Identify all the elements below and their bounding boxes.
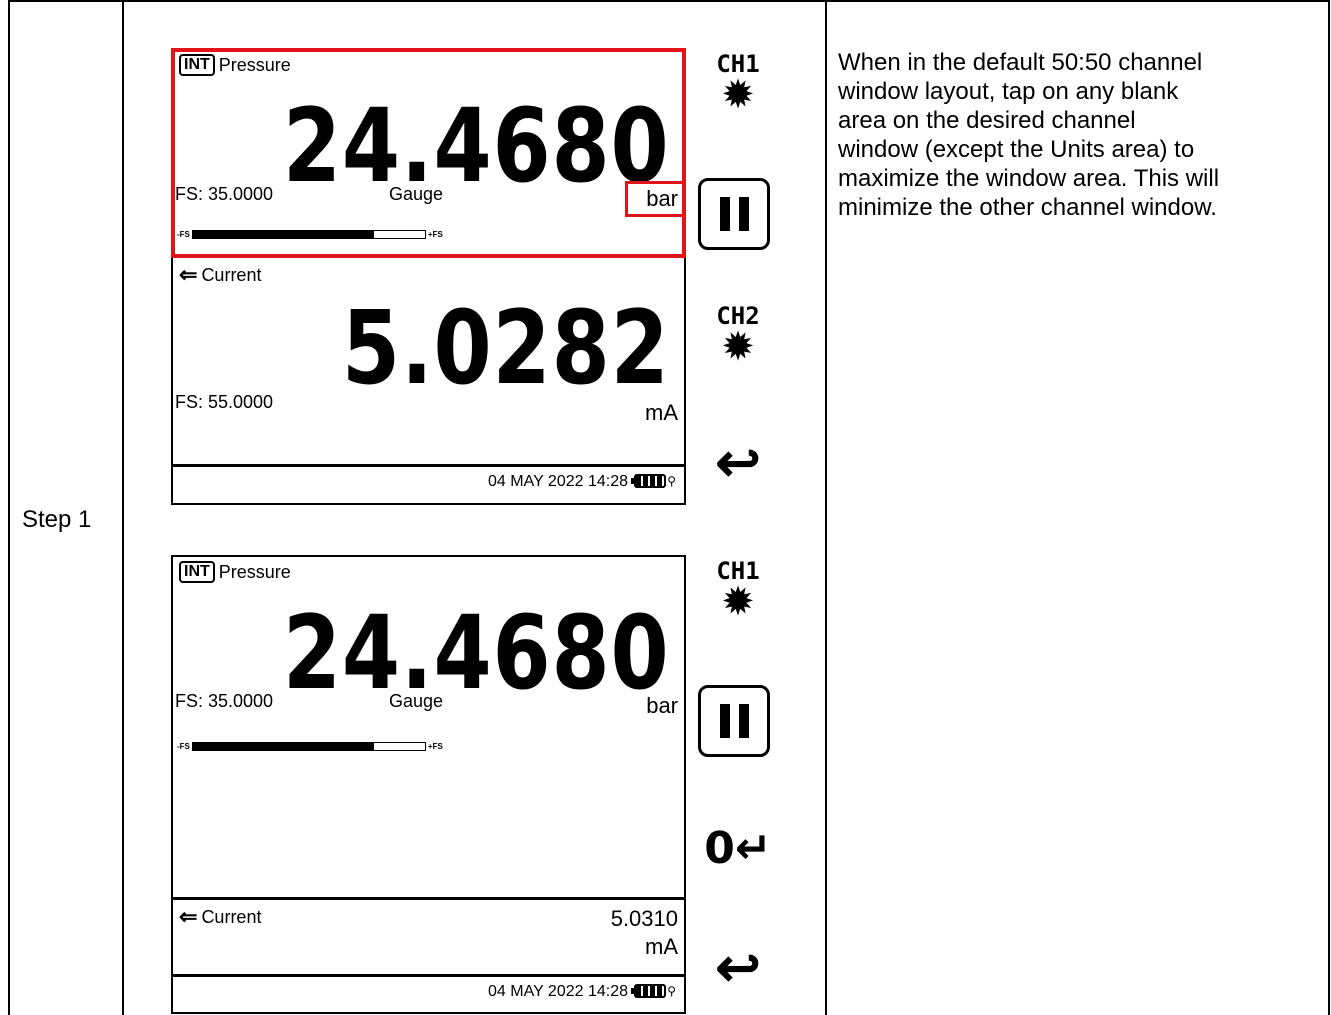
channel2-title: ⇐ Current xyxy=(179,904,261,930)
channel1-title: INT Pressure xyxy=(179,54,291,76)
pause-icon xyxy=(698,178,770,250)
channel1-reading: 24.4680 xyxy=(283,87,670,206)
bar-fill xyxy=(192,231,374,238)
zero-button[interactable]: 0↵ xyxy=(698,827,778,871)
bar-max-label: +FS xyxy=(427,230,443,239)
channel2-window-minimized[interactable]: ⇐ Current 5.0310 mA xyxy=(173,900,684,974)
channel2-reading: 5.0282 xyxy=(342,289,670,408)
status-bar: 04 MAY 2022 14:28 ⚲ xyxy=(173,980,684,1004)
channel1-settings-button[interactable]: CH1 ✹ xyxy=(698,52,778,117)
step-description: When in the default 50:50 channel window… xyxy=(838,49,1220,221)
pause-icon xyxy=(698,685,770,757)
channel2-window[interactable]: ⇐ Current 5.0282 FS: 55.0000 mA xyxy=(173,258,684,463)
bar-track xyxy=(191,742,426,751)
bar-min-label: -FS xyxy=(177,742,190,751)
status-divider xyxy=(173,464,684,467)
channel2-reading: 5.0310 xyxy=(610,906,678,931)
device-screen-split: INT Pressure 24.4680 FS: 35.0000 Gauge b… xyxy=(171,48,841,508)
int-badge: INT xyxy=(179,54,215,76)
channel1-mode: Gauge xyxy=(389,691,444,711)
units-area-highlight xyxy=(625,181,685,217)
back-arrow-icon: ↩ xyxy=(715,433,761,493)
channel1-fs: FS: 35.0000 xyxy=(175,184,274,204)
gear-icon: ✹ xyxy=(721,325,755,369)
column-divider xyxy=(122,0,124,1015)
channel1-unit[interactable]: bar xyxy=(646,693,678,719)
channel2-title-label: Current xyxy=(201,264,262,285)
input-arrow-icon: ⇐ xyxy=(179,262,198,287)
bar-min-label: -FS xyxy=(177,230,190,239)
channel1-title: INT Pressure xyxy=(179,561,291,583)
hold-button[interactable] xyxy=(698,685,778,757)
screen-frame: INT Pressure 24.4680 FS: 35.0000 Gauge b… xyxy=(171,48,686,505)
enter-arrow-icon: ↵ xyxy=(734,823,772,874)
back-button[interactable]: ↩ xyxy=(698,941,778,995)
hold-button[interactable] xyxy=(698,178,778,250)
bar-track xyxy=(191,230,426,239)
back-button[interactable]: ↩ xyxy=(698,436,778,490)
channel1-title-label: Pressure xyxy=(218,54,291,75)
channel1-settings-button[interactable]: CH1 ✹ xyxy=(698,559,778,624)
channel1-window[interactable]: INT Pressure 24.4680 FS: 35.0000 Gauge b… xyxy=(173,50,684,255)
channel1-title-label: Pressure xyxy=(218,561,291,582)
channel2-settings-button[interactable]: CH2 ✹ xyxy=(698,304,778,369)
bar-max-label: +FS xyxy=(427,742,443,751)
channel1-bargraph: -FS +FS xyxy=(177,742,443,751)
device-screen-maximized: INT Pressure 24.4680 FS: 35.0000 Gauge b… xyxy=(171,555,841,1015)
battery-icon: ⚲ xyxy=(631,474,676,488)
channel1-mode: Gauge xyxy=(389,184,444,204)
channel1-reading: 24.4680 xyxy=(283,594,670,713)
channel1-bargraph: -FS +FS xyxy=(177,230,443,239)
channel1-fs: FS: 35.0000 xyxy=(175,691,274,711)
gear-icon: ✹ xyxy=(721,73,755,117)
zero-label: 0 xyxy=(704,823,735,874)
channel2-unit[interactable]: mA xyxy=(645,400,678,426)
step-label: Step 1 xyxy=(22,506,92,533)
bar-fill xyxy=(192,743,374,750)
int-badge: INT xyxy=(179,561,215,583)
status-divider xyxy=(173,974,684,977)
channel2-unit[interactable]: mA xyxy=(645,934,678,960)
channel2-title: ⇐ Current xyxy=(179,262,261,288)
channel2-fs: FS: 55.0000 xyxy=(175,392,274,412)
screen-frame: INT Pressure 24.4680 FS: 35.0000 Gauge b… xyxy=(171,555,686,1014)
channel1-window[interactable]: INT Pressure 24.4680 FS: 35.0000 Gauge b… xyxy=(173,557,684,897)
back-arrow-icon: ↩ xyxy=(715,938,761,998)
gear-icon: ✹ xyxy=(721,580,755,624)
battery-icon: ⚲ xyxy=(631,984,676,998)
channel2-title-label: Current xyxy=(201,906,262,927)
datetime: 04 MAY 2022 14:28 xyxy=(488,983,628,1000)
status-bar: 04 MAY 2022 14:28 ⚲ xyxy=(173,470,684,494)
datetime: 04 MAY 2022 14:28 xyxy=(488,473,628,490)
input-arrow-icon: ⇐ xyxy=(179,904,198,929)
